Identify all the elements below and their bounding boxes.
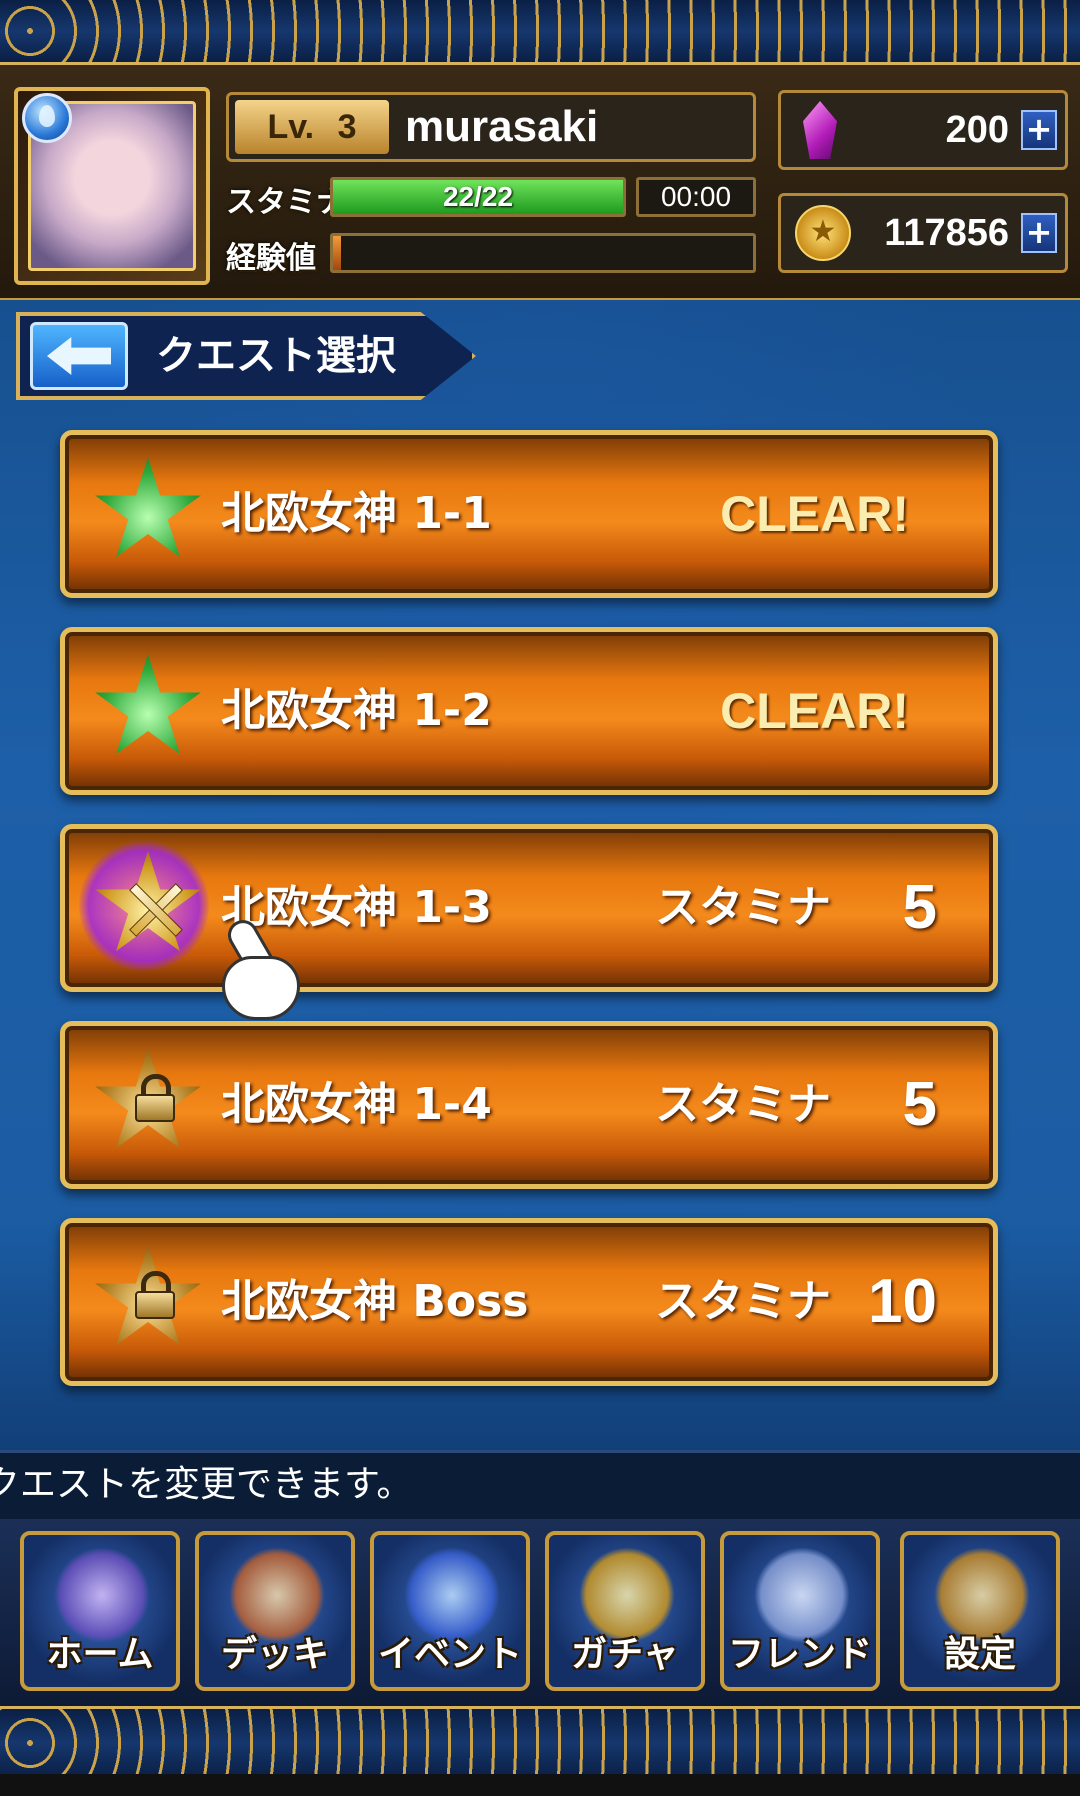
- quest-name: 北欧女神 1-4: [221, 1079, 492, 1130]
- stamina-cost-value: 10: [868, 1267, 937, 1336]
- water-element-icon: [22, 93, 72, 143]
- exp-bar-fill: [333, 236, 342, 270]
- gem-counter: 200 +: [778, 90, 1068, 170]
- level-value: 3: [337, 108, 357, 146]
- stamina-cost-label: スタミナ: [655, 1276, 831, 1327]
- level-name-box: Lv. 3 murasaki: [226, 92, 756, 162]
- system-status-strip: [0, 1774, 1080, 1796]
- buy-coins-button[interactable]: +: [1021, 213, 1057, 253]
- back-button[interactable]: [30, 322, 128, 390]
- tap-hand-icon: [196, 914, 306, 1028]
- quest-row[interactable]: 北欧女神 1-1 CLEAR!: [60, 430, 998, 598]
- nav-event[interactable]: イベント: [370, 1531, 530, 1691]
- lock-icon: [133, 1074, 177, 1122]
- stamina-value: 22/22: [442, 181, 514, 212]
- page-title: クエスト選択: [156, 333, 396, 379]
- bottom-nav: ホーム デッキ イベント ガチャ フレンド 設定: [0, 1519, 1080, 1709]
- gem-value: 200: [945, 109, 1009, 151]
- nav-gacha[interactable]: ガチャ: [545, 1531, 705, 1691]
- back-arrow-icon: [47, 337, 111, 375]
- quest-name: 北欧女神 Boss: [221, 1276, 529, 1327]
- nav-label: デッキ: [220, 1634, 329, 1675]
- nav-home[interactable]: ホーム: [20, 1531, 180, 1691]
- level-label: Lv.: [267, 108, 315, 146]
- bottom-ornament-border: [0, 1706, 1080, 1780]
- nav-friend[interactable]: フレンド: [720, 1531, 880, 1691]
- stamina-cost-label: スタミナ: [655, 1079, 831, 1130]
- stamina-cost-value: 5: [902, 873, 937, 942]
- crossed-swords-icon: [123, 877, 187, 941]
- message-text: クエストを変更できます。: [0, 1464, 413, 1505]
- quest-clear-status: CLEAR!: [720, 486, 909, 542]
- nav-settings[interactable]: 設定: [900, 1531, 1060, 1691]
- quest-row[interactable]: 北欧女神 1-2 CLEAR!: [60, 627, 998, 795]
- cleared-star-icon: [95, 457, 201, 558]
- stamina-label: スタミナ: [226, 185, 346, 220]
- buy-gems-button[interactable]: +: [1021, 110, 1057, 150]
- coin-value: 117856: [884, 212, 1009, 254]
- nav-label: イベント: [377, 1634, 522, 1675]
- exp-label: 経験値: [226, 241, 316, 276]
- quest-row[interactable]: 北欧女神 Boss スタミナ 10: [60, 1218, 998, 1386]
- quest-clear-status: CLEAR!: [720, 683, 909, 739]
- coin-counter: ★ 117856 +: [778, 193, 1068, 273]
- exp-bar: [330, 233, 756, 273]
- stamina-timer: 00:00: [636, 177, 756, 217]
- cleared-star-icon: [95, 654, 201, 755]
- coin-icon: ★: [795, 205, 851, 261]
- quest-name: 北欧女神 1-2: [221, 685, 492, 736]
- lock-icon: [133, 1271, 177, 1319]
- player-header: Lv. 3 murasaki スタミナ 22/22 00:00 経験値 200 …: [0, 65, 1080, 301]
- stamina-cost-label: スタミナ: [655, 882, 831, 933]
- nav-label: ガチャ: [571, 1634, 679, 1675]
- stamina-bar: 22/22: [330, 177, 626, 217]
- nav-deck[interactable]: デッキ: [195, 1531, 355, 1691]
- quest-name: 北欧女神 1-1: [221, 488, 492, 539]
- nav-label: 設定: [943, 1634, 1016, 1675]
- hand-palm: [222, 956, 300, 1020]
- stamina-cost-value: 5: [902, 1070, 937, 1139]
- level-badge: Lv. 3: [235, 100, 389, 154]
- gem-icon: [803, 101, 837, 159]
- top-ornament-border: [0, 0, 1080, 65]
- nav-label: フレンド: [727, 1634, 872, 1675]
- message-bar: クエストを変更できます。: [0, 1450, 1080, 1522]
- nav-label: ホーム: [46, 1634, 154, 1675]
- player-name: murasaki: [405, 102, 599, 151]
- quest-row[interactable]: 北欧女神 1-4 スタミナ 5: [60, 1021, 998, 1189]
